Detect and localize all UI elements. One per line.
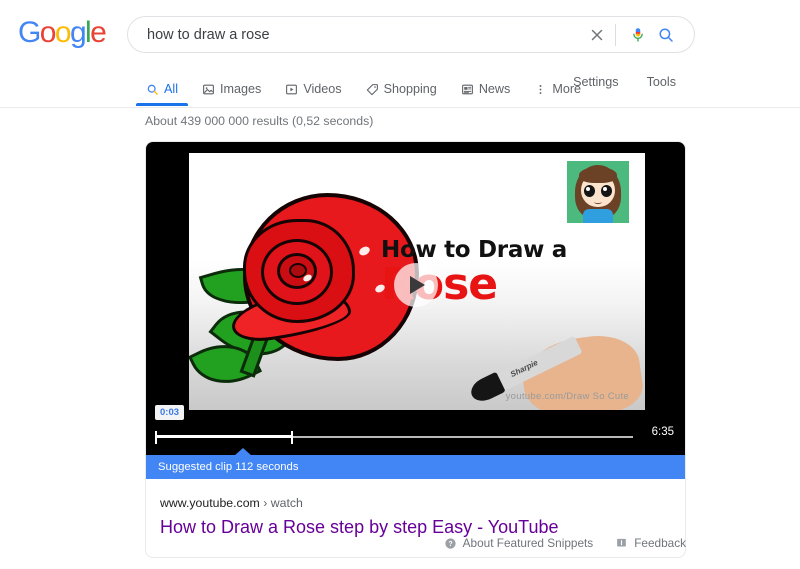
tab-images-label: Images xyxy=(220,81,261,97)
tab-images[interactable]: Images xyxy=(192,64,271,104)
logo-letter-g2: g xyxy=(70,18,85,48)
play-icon[interactable] xyxy=(394,263,438,307)
search-input-wrapper xyxy=(128,25,583,45)
logo-letter-g1: G xyxy=(18,18,40,48)
video-thumbnail-block[interactable]: How to Draw a Rose Sharpie youtube.com/D… xyxy=(146,142,685,455)
snippet-footer: ? About Featured Snippets Feedback xyxy=(0,536,800,551)
featured-snippet-card: How to Draw a Rose Sharpie youtube.com/D… xyxy=(145,141,686,558)
search-icon[interactable] xyxy=(652,21,680,49)
scrubber-clip-range xyxy=(155,435,291,438)
tab-shopping[interactable]: Shopping xyxy=(356,64,447,104)
settings-link[interactable]: Settings xyxy=(559,64,633,90)
video-icon xyxy=(285,83,298,96)
result-domain: www.youtube.com xyxy=(160,496,260,510)
tag-icon xyxy=(366,83,379,96)
tab-shopping-label: Shopping xyxy=(384,81,437,97)
google-search-results-page: Google xyxy=(0,0,800,569)
page-header: Google xyxy=(0,0,800,108)
suggested-clip-label: Suggested clip 112 seconds xyxy=(158,460,298,474)
avatar-mouth xyxy=(594,200,602,204)
marker-brand-label: Sharpie xyxy=(509,358,539,379)
logo-letter-e: e xyxy=(90,18,105,48)
google-logo[interactable]: Google xyxy=(18,18,105,48)
search-tabs: All Images Videos xyxy=(0,64,800,108)
play-triangle xyxy=(410,276,425,294)
video-duration: 6:35 xyxy=(652,425,674,439)
tab-news-label: News xyxy=(479,81,511,97)
search-tabs-bar: All Images Videos xyxy=(0,64,800,108)
thumbnail-watermark: youtube.com/Draw So Cute xyxy=(506,391,629,402)
tab-news[interactable]: News xyxy=(451,64,521,104)
current-time-badge: 0:03 xyxy=(155,405,184,420)
feedback-link[interactable]: Feedback xyxy=(615,536,686,551)
search-divider xyxy=(615,24,616,46)
tab-videos[interactable]: Videos xyxy=(275,64,351,104)
close-icon[interactable] xyxy=(583,21,611,49)
tools-link[interactable]: Tools xyxy=(633,64,690,90)
result-stats: About 439 000 000 results (0,52 seconds) xyxy=(145,113,373,129)
search-bar-icons xyxy=(583,21,694,49)
flag-icon xyxy=(615,537,628,550)
tab-videos-label: Videos xyxy=(303,81,341,97)
avatar-body xyxy=(583,209,613,223)
avatar-eye-left xyxy=(584,185,595,197)
search-icon xyxy=(146,83,159,96)
tab-all[interactable]: All xyxy=(136,64,188,104)
search-input[interactable] xyxy=(147,25,583,45)
video-scrubber[interactable] xyxy=(155,431,633,443)
avatar-eye-right xyxy=(601,185,612,197)
help-circle-icon: ? xyxy=(444,537,457,550)
newspaper-icon xyxy=(461,83,474,96)
about-featured-snippets-label: About Featured Snippets xyxy=(463,536,594,551)
microphone-icon[interactable] xyxy=(624,21,652,49)
more-vertical-icon xyxy=(534,83,547,96)
tab-all-label: All xyxy=(164,81,178,97)
result-breadcrumb: › watch xyxy=(263,496,303,510)
feedback-label: Feedback xyxy=(634,536,686,551)
scrubber-start-handle[interactable] xyxy=(155,431,157,444)
suggested-clip-bar[interactable]: Suggested clip 112 seconds xyxy=(146,455,685,479)
avatar-bangs xyxy=(579,167,617,183)
cartoon-girl-avatar xyxy=(567,161,629,223)
clip-pointer-arrow xyxy=(234,448,252,456)
logo-letter-o2: o xyxy=(55,18,70,48)
image-icon xyxy=(202,83,215,96)
scrubber-end-handle[interactable] xyxy=(291,431,293,444)
tools-group: Settings Tools xyxy=(559,64,690,90)
search-bar xyxy=(127,16,695,53)
about-featured-snippets-link[interactable]: ? About Featured Snippets xyxy=(444,536,594,551)
result-url: www.youtube.com › watch xyxy=(160,495,669,512)
logo-letter-o1: o xyxy=(40,18,55,48)
svg-text:?: ? xyxy=(448,541,452,548)
